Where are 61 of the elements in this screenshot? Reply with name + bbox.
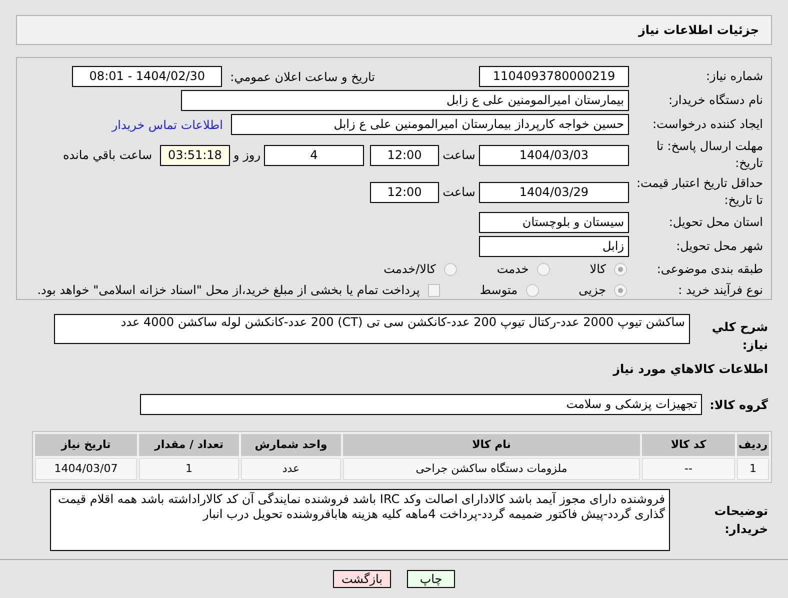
need-number-field: 1104093780000219 (479, 66, 629, 87)
deadline-date-field: 1404/03/03 (479, 144, 629, 166)
radio-label: کالا/خدمت (384, 261, 436, 278)
table-cell: 1 (139, 458, 239, 480)
column-header: تاریخ نیاز (35, 434, 137, 456)
field-label: ایجاد کننده درخواست: (651, 116, 764, 133)
column-header: واحد شمارش (241, 434, 341, 456)
table-cell: 1 (737, 458, 769, 480)
field-label: شماره نیاز: (705, 68, 764, 85)
print-button[interactable]: چاپ (407, 570, 455, 588)
creator-field: حسین خواجه کارپرداز بیمارستان امیرالمومنین علی ع زابل (231, 114, 629, 135)
remaining-time-field: 03:51:18 (160, 144, 230, 166)
field-label: شهر محل تحویل: (675, 238, 764, 255)
days-field: 4 (264, 144, 364, 166)
column-header: تعداد / مقدار (139, 434, 239, 456)
table-cell: عدد (241, 458, 341, 480)
field-label: طبقه بندی موضوعی: (656, 260, 764, 278)
remaining-label: ساعت باقي مانده (62, 147, 152, 164)
radio-button[interactable] (526, 284, 539, 296)
buyer-contact-link[interactable]: اطلاعات تماس خریدار (112, 116, 223, 134)
treasury-label: پرداخت تمام یا بخشی از مبلغ خرید،از محل "اسناد خزانه اسلامی" خواهد بود. (37, 282, 420, 299)
city-field: زابل (479, 236, 629, 257)
field-label: نام دستگاه خریدار: (668, 92, 764, 109)
radio-button[interactable] (536, 262, 550, 276)
checkbox[interactable] (428, 284, 440, 296)
column-header: کد کالا (642, 434, 735, 456)
field-label: حداقل تاریخ اعتبار قیمت: تا تاریخ: (635, 175, 764, 209)
radio-label: جزیی (578, 282, 606, 299)
validity-time-field: 12:00 (370, 182, 439, 202)
field-label: نوع فرآیند خرید : (677, 282, 764, 298)
table-cell: ملزومات دستگاه ساکشن جراحی (343, 458, 640, 480)
goods-group-field: تجهیزات پزشکی و سلامت (140, 394, 702, 415)
radio-label: کالا (590, 261, 606, 278)
column-header: ردیف (737, 434, 769, 456)
page-title: جزئیات اطلاعات نیاز (638, 22, 759, 39)
radio-label: خدمت (496, 261, 529, 278)
field-label: استان محل تحویل: (668, 214, 764, 231)
back-button[interactable]: بازگشت (333, 570, 391, 588)
announce-date-field: 1404/02/30 - 08:01 (72, 66, 222, 87)
province-field: سیستان و بلوچستان (479, 212, 629, 233)
field-label: تاریخ و ساعت اعلان عمومي: (230, 68, 375, 86)
description-textarea: ساکشن تیوپ 2000 عدد-رکتال تیوپ 200 عدد-کانکشن سی تی (CT) 200 عدد-کانکشن لوله ساکشن 4000 عدد (54, 314, 690, 344)
radio-label: متوسط (480, 282, 518, 299)
radio-button[interactable] (614, 284, 627, 296)
section-heading: اطلاعات كالاهاي مورد نياز (612, 361, 769, 378)
time-label: ساعت (442, 184, 476, 201)
radio-button[interactable] (444, 262, 457, 276)
table-cell: -- (642, 458, 735, 480)
deadline-time-field: 12:00 (370, 144, 439, 166)
field-label: توضیحات خریدار: (713, 503, 769, 538)
buyer-name-field: بیمارستان امیرالمومنین علی ع زابل (181, 90, 629, 111)
field-label: شرح کلي نياز: (710, 319, 769, 354)
time-label: ساعت (442, 147, 476, 164)
column-header: نام کالا (343, 434, 640, 456)
validity-date-field: 1404/03/29 (479, 182, 629, 202)
radio-button[interactable] (614, 262, 627, 276)
days-label: روز و (232, 147, 262, 164)
field-label: گروه کالا: (708, 396, 769, 414)
field-label: مهلت ارسال پاسخ: تا تاریخ: (655, 138, 764, 172)
buyer-notes-textarea: فروشنده دارای مجوز آیمد باشد کالادارای اصالت وکد IRC باشد فروشنده نمایندگی آن کد کالاراداشته باشد همه اقلام قیمت گذاری گردد-پیش فاکتور ضمیمه گردد-پرداخت 4ماهه کلیه هزینه هابافروشنده تحویل درب انبار (50, 489, 670, 551)
table-cell: 1404/03/07 (35, 458, 137, 480)
